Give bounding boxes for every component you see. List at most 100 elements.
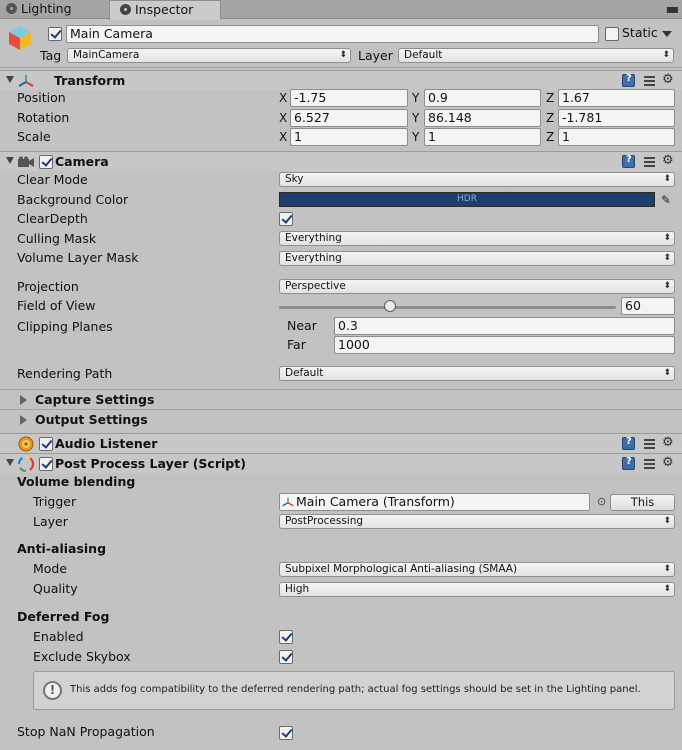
camera-header[interactable]: Camera ⚙: [0, 151, 682, 171]
static-dropdown-icon[interactable]: [662, 31, 672, 37]
rotation-x-field[interactable]: 6.527: [290, 109, 408, 127]
far-clip-field[interactable]: 1000: [334, 336, 675, 354]
this-button[interactable]: This: [610, 494, 675, 511]
axis-y-label: Y: [412, 111, 420, 125]
post-process-layer-header[interactable]: Post Process Layer (Script) ⚙: [0, 453, 682, 473]
trigger-label: Trigger: [33, 494, 77, 509]
culling-mask-dropdown[interactable]: Everything: [279, 231, 675, 246]
projection-label: Projection: [17, 279, 79, 294]
static-checkbox[interactable]: [605, 27, 619, 41]
field-of-view-slider-handle[interactable]: [384, 300, 397, 312]
tab-menu-icon[interactable]: ▪▪: [666, 2, 679, 16]
field-of-view-field[interactable]: 60: [621, 297, 675, 315]
volume-layer-mask-dropdown[interactable]: Everything: [279, 251, 675, 266]
quality-label: Quality: [33, 581, 78, 596]
layer-label: Layer: [358, 48, 393, 63]
object-name-field[interactable]: Main Camera: [66, 25, 599, 43]
object-picker-icon[interactable]: ⊙: [597, 495, 606, 508]
near-clip-field[interactable]: 0.3: [334, 317, 675, 335]
gear-icon[interactable]: ⚙: [662, 435, 674, 450]
expand-arrow-icon[interactable]: [20, 415, 27, 425]
scale-z-field[interactable]: 1: [558, 128, 675, 146]
info-icon: !: [43, 681, 62, 700]
fog-enabled-checkbox[interactable]: [279, 630, 293, 644]
layer-label: Layer: [33, 514, 68, 529]
static-label: Static: [622, 25, 658, 40]
help-text: This adds fog compatibility to the defer…: [70, 684, 641, 695]
preset-icon[interactable]: [643, 437, 656, 450]
audio-listener-title: Audio Listener: [55, 436, 158, 451]
position-x-field[interactable]: -1.75: [290, 89, 408, 107]
volume-layer-mask-label: Volume Layer Mask: [17, 250, 139, 265]
clear-mode-dropdown[interactable]: Sky: [279, 172, 675, 187]
scale-label: Scale: [17, 129, 51, 144]
tag-label: Tag: [40, 48, 62, 63]
rendering-path-dropdown[interactable]: Default: [279, 366, 675, 381]
help-book-icon[interactable]: [622, 154, 635, 168]
gear-icon[interactable]: ⚙: [662, 455, 674, 470]
volume-blending-heading: Volume blending: [17, 474, 136, 489]
axis-y-label: Y: [412, 91, 420, 105]
axis-x-label: X: [279, 91, 288, 105]
transform-header[interactable]: Transform ⚙: [0, 70, 682, 90]
stop-nan-propagation-checkbox[interactable]: [279, 726, 293, 740]
collapse-arrow-icon[interactable]: [6, 76, 14, 83]
rotation-y-field[interactable]: 86.148: [424, 109, 541, 127]
lighting-icon: [6, 3, 17, 14]
position-z-field[interactable]: 1.67: [558, 89, 675, 107]
background-color-label: Background Color: [17, 192, 129, 207]
preset-icon[interactable]: [643, 457, 656, 470]
eyedropper-icon[interactable]: ✎: [661, 193, 675, 207]
trigger-object-field[interactable]: Main Camera (Transform): [279, 493, 590, 511]
gear-icon[interactable]: ⚙: [662, 72, 674, 87]
audio-listener-header[interactable]: Audio Listener ⚙: [0, 433, 682, 453]
active-checkbox[interactable]: [48, 27, 62, 41]
tab-bar: Lighting Inspector ▪▪: [0, 0, 682, 20]
help-box: ! This adds fog compatibility to the def…: [33, 671, 675, 710]
divider: [0, 409, 682, 410]
preset-icon[interactable]: [643, 74, 656, 87]
field-of-view-slider[interactable]: [279, 306, 616, 309]
post-process-layer-dropdown[interactable]: PostProcessing: [279, 514, 675, 529]
post-process-layer-enabled-checkbox[interactable]: [39, 457, 53, 471]
rotation-z-field[interactable]: -1.781: [558, 109, 675, 127]
audio-listener-enabled-checkbox[interactable]: [39, 437, 53, 451]
far-label: Far: [287, 337, 306, 352]
position-y-field[interactable]: 0.9: [424, 89, 541, 107]
collapse-arrow-icon[interactable]: [6, 459, 14, 466]
help-book-icon[interactable]: [622, 456, 635, 470]
projection-dropdown[interactable]: Perspective: [279, 279, 675, 294]
tag-dropdown[interactable]: MainCamera: [67, 48, 351, 63]
culling-mask-label: Culling Mask: [17, 231, 97, 246]
help-book-icon[interactable]: [622, 73, 635, 87]
tab-inspector[interactable]: Inspector: [109, 0, 221, 20]
tab-lighting-label: Lighting: [21, 1, 72, 16]
transform-axes-icon: [18, 75, 34, 87]
rotation-label: Rotation: [17, 110, 70, 125]
anti-aliasing-quality-dropdown[interactable]: High: [279, 582, 675, 597]
axis-z-label: Z: [546, 130, 555, 144]
tab-lighting[interactable]: Lighting: [0, 0, 104, 19]
axis-x-label: X: [279, 130, 288, 144]
help-book-icon[interactable]: [622, 436, 635, 450]
background-color-field[interactable]: HDR: [279, 192, 655, 207]
preset-icon[interactable]: [643, 155, 656, 168]
expand-arrow-icon[interactable]: [20, 395, 27, 405]
exclude-skybox-checkbox[interactable]: [279, 650, 293, 664]
anti-aliasing-mode-dropdown[interactable]: Subpixel Morphological Anti-aliasing (SM…: [279, 562, 675, 577]
audio-listener-icon: [18, 436, 34, 452]
mode-label: Mode: [33, 561, 68, 576]
scale-x-field[interactable]: 1: [290, 128, 408, 146]
capture-settings-foldout[interactable]: Capture Settings: [35, 392, 154, 407]
gear-icon[interactable]: ⚙: [662, 153, 674, 168]
output-settings-foldout[interactable]: Output Settings: [35, 412, 148, 427]
near-label: Near: [287, 318, 317, 333]
clear-depth-label: ClearDepth: [17, 211, 88, 226]
layer-dropdown[interactable]: Default: [398, 48, 674, 63]
collapse-arrow-icon[interactable]: [6, 157, 14, 164]
clear-depth-checkbox[interactable]: [279, 212, 293, 226]
camera-enabled-checkbox[interactable]: [39, 155, 53, 169]
position-label: Position: [17, 90, 66, 105]
gameobject-header: Main Camera Static Tag MainCamera Layer …: [0, 20, 682, 68]
scale-y-field[interactable]: 1: [424, 128, 541, 146]
